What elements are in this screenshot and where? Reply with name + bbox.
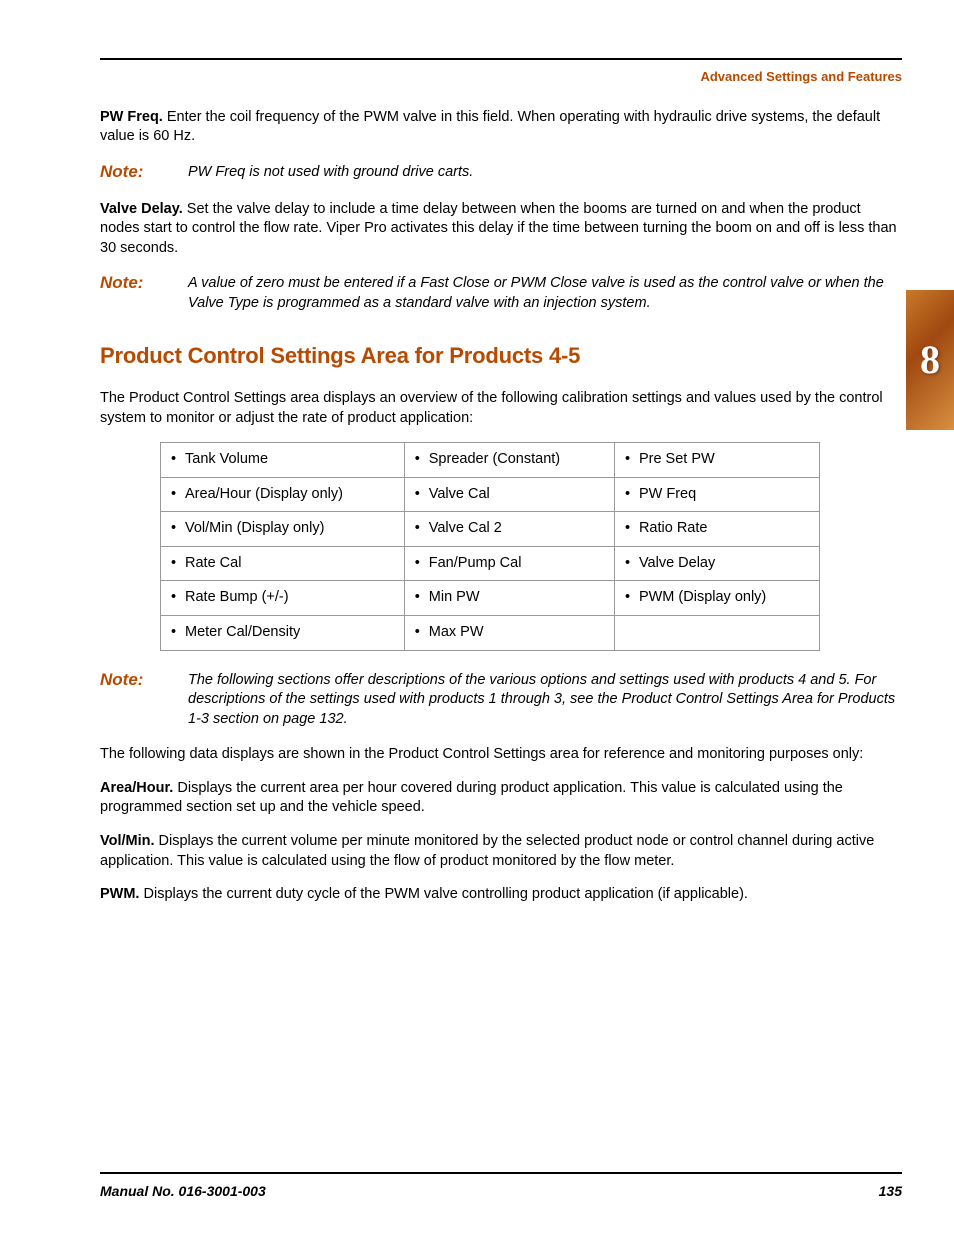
vol-min-paragraph: Vol/Min. Displays the current volume per…	[100, 832, 902, 871]
page-number: 135	[879, 1182, 902, 1201]
table-cell: Meter Cal/Density	[161, 616, 405, 651]
table-cell: PWM (Display only)	[614, 581, 819, 616]
note-valve-delay: Note: A value of zero must be entered if…	[100, 272, 902, 313]
section-title: Product Control Settings Area for Produc…	[100, 341, 902, 371]
note-label: Note:	[100, 272, 188, 313]
valve-delay-label: Valve Delay.	[100, 201, 183, 217]
table-cell: Fan/Pump Cal	[404, 546, 614, 581]
pw-freq-label: PW Freq.	[100, 109, 163, 125]
chapter-number: 8	[920, 333, 940, 387]
valve-delay-paragraph: Valve Delay. Set the valve delay to incl…	[100, 200, 902, 259]
table-cell: Ratio Rate	[614, 512, 819, 547]
table-cell: Tank Volume	[161, 443, 405, 478]
table-row: Rate Cal Fan/Pump Cal Valve Delay	[161, 546, 820, 581]
vol-min-label: Vol/Min.	[100, 833, 155, 849]
pw-freq-text: Enter the coil frequency of the PWM valv…	[100, 109, 880, 145]
note-label: Note:	[100, 669, 188, 730]
footer-rule	[100, 1172, 902, 1174]
display-intro-paragraph: The following data displays are shown in…	[100, 745, 902, 765]
table-cell: Vol/Min (Display only)	[161, 512, 405, 547]
note-label: Note:	[100, 161, 188, 184]
area-hour-text: Displays the current area per hour cover…	[100, 780, 843, 816]
pwm-text: Displays the current duty cycle of the P…	[139, 886, 747, 902]
area-hour-label: Area/Hour.	[100, 780, 173, 796]
note-text: The following sections offer description…	[188, 669, 902, 730]
note-sections: Note: The following sections offer descr…	[100, 669, 902, 730]
valve-delay-text: Set the valve delay to include a time de…	[100, 201, 897, 256]
footer: Manual No. 016-3001-003 135	[100, 1172, 902, 1201]
header-title: Advanced Settings and Features	[100, 68, 902, 86]
table-cell: Valve Cal	[404, 477, 614, 512]
table-cell: Max PW	[404, 616, 614, 651]
header-rule	[100, 58, 902, 60]
table-row: Meter Cal/Density Max PW	[161, 616, 820, 651]
table-cell: PW Freq	[614, 477, 819, 512]
pwm-paragraph: PWM. Displays the current duty cycle of …	[100, 885, 902, 905]
table-cell: Pre Set PW	[614, 443, 819, 478]
note-text: PW Freq is not used with ground drive ca…	[188, 161, 902, 184]
table-cell: Rate Bump (+/-)	[161, 581, 405, 616]
table-row: Rate Bump (+/-) Min PW PWM (Display only…	[161, 581, 820, 616]
area-hour-paragraph: Area/Hour. Displays the current area per…	[100, 779, 902, 818]
note-pw-freq: Note: PW Freq is not used with ground dr…	[100, 161, 902, 184]
table-cell: Rate Cal	[161, 546, 405, 581]
settings-table: Tank Volume Spreader (Constant) Pre Set …	[160, 442, 820, 650]
chapter-tab: 8	[906, 290, 954, 430]
table-cell: Area/Hour (Display only)	[161, 477, 405, 512]
table-cell-empty	[614, 616, 819, 651]
table-cell: Valve Cal 2	[404, 512, 614, 547]
manual-number: Manual No. 016-3001-003	[100, 1182, 266, 1201]
table-row: Tank Volume Spreader (Constant) Pre Set …	[161, 443, 820, 478]
vol-min-text: Displays the current volume per minute m…	[100, 833, 874, 869]
table-row: Vol/Min (Display only) Valve Cal 2 Ratio…	[161, 512, 820, 547]
table-cell: Spreader (Constant)	[404, 443, 614, 478]
table-cell: Min PW	[404, 581, 614, 616]
intro-paragraph: The Product Control Settings area displa…	[100, 389, 902, 428]
table-row: Area/Hour (Display only) Valve Cal PW Fr…	[161, 477, 820, 512]
table-cell: Valve Delay	[614, 546, 819, 581]
pwm-label: PWM.	[100, 886, 139, 902]
pw-freq-paragraph: PW Freq. Enter the coil frequency of the…	[100, 108, 902, 147]
note-text: A value of zero must be entered if a Fas…	[188, 272, 902, 313]
